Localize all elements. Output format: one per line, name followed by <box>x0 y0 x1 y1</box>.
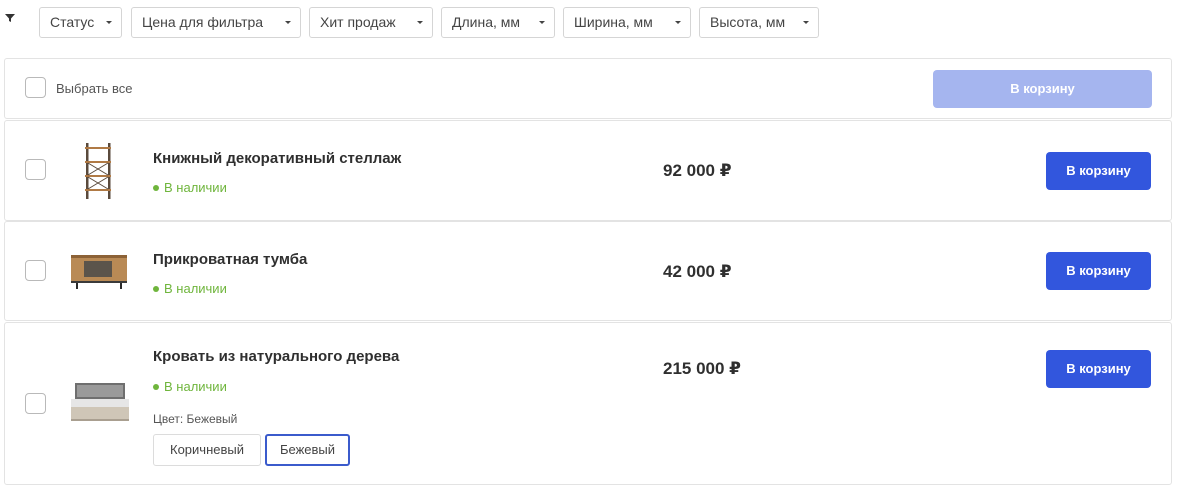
product-checkbox[interactable] <box>25 393 46 414</box>
color-label: Цвет: Бежевый <box>153 412 238 426</box>
product-price: 92 000 ₽ <box>663 161 732 180</box>
filter-length[interactable]: Длина, мм <box>441 7 555 38</box>
filter-bar: Статус Цена для фильтра Хит продаж Длина… <box>0 0 1177 48</box>
product-checkbox[interactable] <box>25 159 46 180</box>
caret-down-icon <box>675 21 681 24</box>
product-name[interactable]: Книжный декоративный стеллаж <box>153 150 401 167</box>
select-all-checkbox[interactable] <box>25 77 46 98</box>
product-name[interactable]: Прикроватная тумба <box>153 251 307 268</box>
add-selected-to-cart-button[interactable]: В корзину <box>933 70 1152 108</box>
filter-height-label: Высота, мм <box>710 14 786 30</box>
stock-label: В наличии <box>164 281 227 296</box>
filter-bestseller-label: Хит продаж <box>320 14 396 30</box>
select-all-label: Выбрать все <box>56 81 133 96</box>
shelf-image[interactable] <box>81 141 115 201</box>
filter-status-label: Статус <box>50 14 95 30</box>
filter-height[interactable]: Высота, мм <box>699 7 819 38</box>
variant-option-beige[interactable]: Бежевый <box>265 434 350 466</box>
stock-status: В наличии <box>153 281 227 296</box>
stock-label: В наличии <box>164 379 227 394</box>
product-row: Кровать из натурального дерева В наличии… <box>4 322 1172 485</box>
nightstand-image[interactable] <box>70 253 128 289</box>
filter-width-label: Ширина, мм <box>574 14 653 30</box>
select-all-bar: Выбрать все В корзину <box>4 58 1172 119</box>
stock-dot-icon <box>153 383 159 390</box>
add-to-cart-button[interactable]: В корзину <box>1046 252 1151 290</box>
stock-dot-icon <box>153 285 159 292</box>
filter-icon[interactable] <box>3 11 17 25</box>
stock-label: В наличии <box>164 180 227 195</box>
filter-length-label: Длина, мм <box>452 14 521 30</box>
product-checkbox[interactable] <box>25 260 46 281</box>
filter-status[interactable]: Статус <box>39 7 122 38</box>
stock-status: В наличии <box>153 379 227 394</box>
caret-down-icon <box>285 21 291 24</box>
filter-price-label: Цена для фильтра <box>142 14 264 30</box>
caret-down-icon <box>803 21 809 24</box>
caret-down-icon <box>539 21 545 24</box>
caret-down-icon <box>417 21 423 24</box>
stock-dot-icon <box>153 184 159 191</box>
filter-bestseller[interactable]: Хит продаж <box>309 7 433 38</box>
product-price: 215 000 ₽ <box>663 359 742 378</box>
filter-width[interactable]: Ширина, мм <box>563 7 691 38</box>
product-price: 42 000 ₽ <box>663 262 732 281</box>
product-name[interactable]: Кровать из натурального дерева <box>153 348 399 365</box>
caret-down-icon <box>106 21 112 24</box>
product-row: Книжный декоративный стеллаж В наличии 9… <box>4 120 1172 221</box>
add-to-cart-button[interactable]: В корзину <box>1046 152 1151 190</box>
bed-image[interactable] <box>69 381 131 423</box>
product-row: Прикроватная тумба В наличии 42 000 ₽ В … <box>4 221 1172 321</box>
stock-status: В наличии <box>153 180 227 195</box>
add-to-cart-button[interactable]: В корзину <box>1046 350 1151 388</box>
filter-price[interactable]: Цена для фильтра <box>131 7 301 38</box>
variant-option-brown[interactable]: Коричневый <box>153 434 261 466</box>
